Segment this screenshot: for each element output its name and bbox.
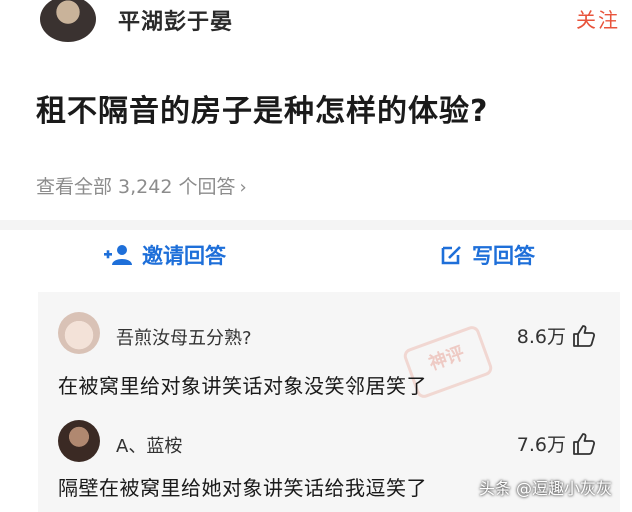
- question-title: 租不隔音的房子是种怎样的体验?: [36, 94, 489, 129]
- comment-text: 在被窝里给对象讲笑话对象没笑邻居笑了: [58, 374, 427, 398]
- like-button[interactable]: 7.6万: [517, 430, 596, 457]
- commenter-avatar[interactable]: [58, 312, 100, 354]
- author-avatar[interactable]: [40, 0, 96, 42]
- like-button[interactable]: 8.6万: [517, 322, 596, 349]
- like-count: 7.6万: [516, 434, 566, 456]
- thumbs-up-icon: [573, 432, 596, 455]
- edit-icon: [441, 246, 461, 265]
- view-all-answers-label: 查看全部 3,242 个回答: [36, 176, 236, 198]
- author-name[interactable]: 平湖彭于晏: [118, 4, 233, 36]
- like-count: 8.6万: [516, 326, 566, 348]
- write-answer-label: 写回答: [472, 244, 535, 268]
- invite-answer-button[interactable]: 邀请回答: [104, 240, 226, 270]
- commenter-name[interactable]: 吾煎汝母五分熟?: [116, 324, 252, 350]
- comment-text: 隔壁在被窝里给她对象讲笑话给我逗笑了: [58, 476, 427, 500]
- commenter-name[interactable]: A、蓝桉: [116, 432, 182, 458]
- answer-actions: 邀请回答 写回答: [0, 230, 632, 282]
- thumbs-up-icon: [573, 324, 596, 347]
- view-all-answers-link[interactable]: 查看全部 3,242 个回答 ›: [36, 172, 247, 199]
- chevron-right-icon: ›: [239, 177, 247, 198]
- follow-button[interactable]: 关注: [576, 4, 620, 33]
- invite-answer-label: 邀请回答: [142, 244, 226, 268]
- source-watermark: 头条 @逗趣小灰灰: [478, 479, 612, 498]
- write-answer-button[interactable]: 写回答: [440, 240, 535, 270]
- add-person-icon: [104, 245, 132, 265]
- author-header: 平湖彭于晏 关注: [0, 0, 632, 52]
- section-divider: [0, 220, 632, 230]
- commenter-avatar[interactable]: [58, 420, 100, 462]
